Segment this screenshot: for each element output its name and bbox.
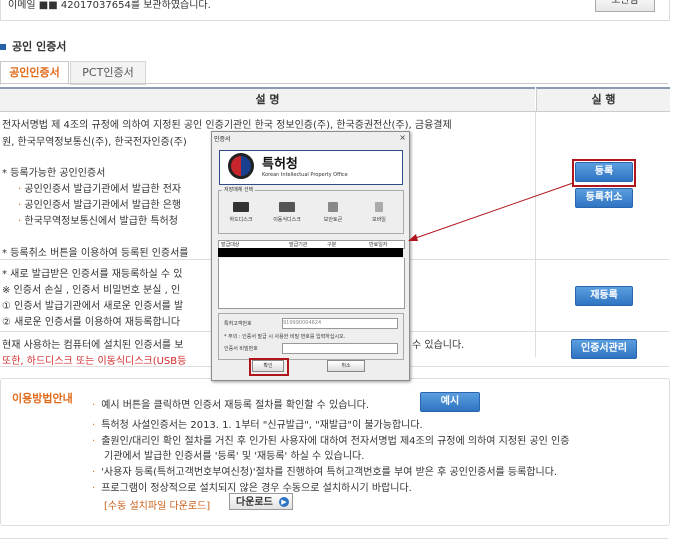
annotation-arrow [408, 182, 574, 241]
